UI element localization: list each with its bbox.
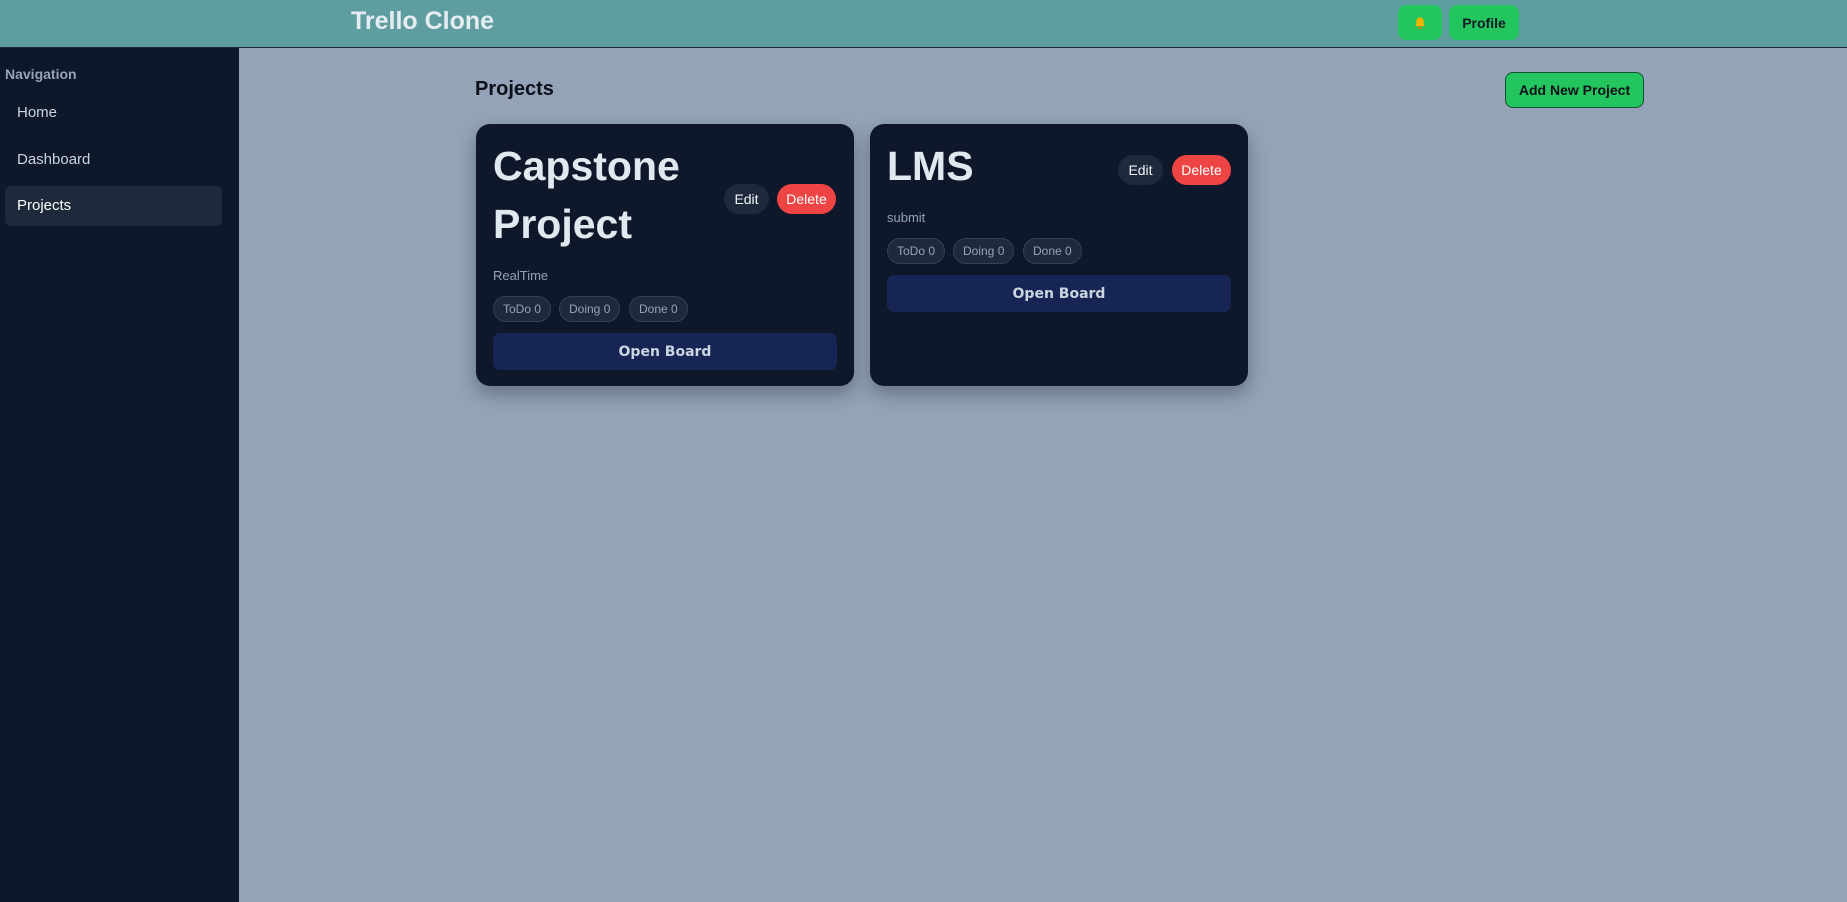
project-card: LMS Edit Delete submit ToDo 0 Doing 0 Do…	[870, 124, 1248, 386]
project-description: RealTime	[493, 268, 549, 283]
project-title: Capstone Project	[493, 143, 680, 247]
project-title: LMS	[887, 143, 974, 189]
open-board-button[interactable]: Open Board	[887, 275, 1231, 312]
done-count-badge: Done 0	[1023, 238, 1082, 264]
todo-count-badge: ToDo 0	[493, 296, 552, 322]
nav-heading: Navigation	[5, 66, 77, 82]
sidebar: Navigation Home Dashboard Projects	[0, 48, 239, 902]
notifications-button[interactable]	[1398, 5, 1442, 40]
doing-count-badge: Doing 0	[953, 238, 1015, 264]
done-count-badge: Done 0	[629, 296, 688, 322]
todo-count-badge: ToDo 0	[887, 238, 946, 264]
sidebar-item-dashboard[interactable]: Dashboard	[5, 140, 222, 180]
app-title: Trello Clone	[351, 7, 495, 35]
open-board-button[interactable]: Open Board	[493, 333, 837, 370]
top-bar: Trello Clone Profile	[0, 0, 1847, 48]
edit-project-button[interactable]: Edit	[1118, 155, 1163, 185]
add-new-project-button[interactable]: Add New Project	[1505, 72, 1644, 108]
delete-project-button[interactable]: Delete	[777, 184, 836, 214]
project-description: submit	[887, 210, 926, 225]
profile-button[interactable]: Profile	[1449, 5, 1519, 40]
project-card: Capstone Project Edit Delete RealTime To…	[476, 124, 854, 386]
edit-project-button[interactable]: Edit	[724, 184, 769, 214]
bell-icon	[1415, 16, 1425, 29]
sidebar-item-projects[interactable]: Projects	[5, 186, 222, 226]
page-title: Projects	[475, 78, 554, 100]
doing-count-badge: Doing 0	[559, 296, 621, 322]
sidebar-item-home[interactable]: Home	[5, 93, 222, 133]
delete-project-button[interactable]: Delete	[1172, 155, 1231, 185]
